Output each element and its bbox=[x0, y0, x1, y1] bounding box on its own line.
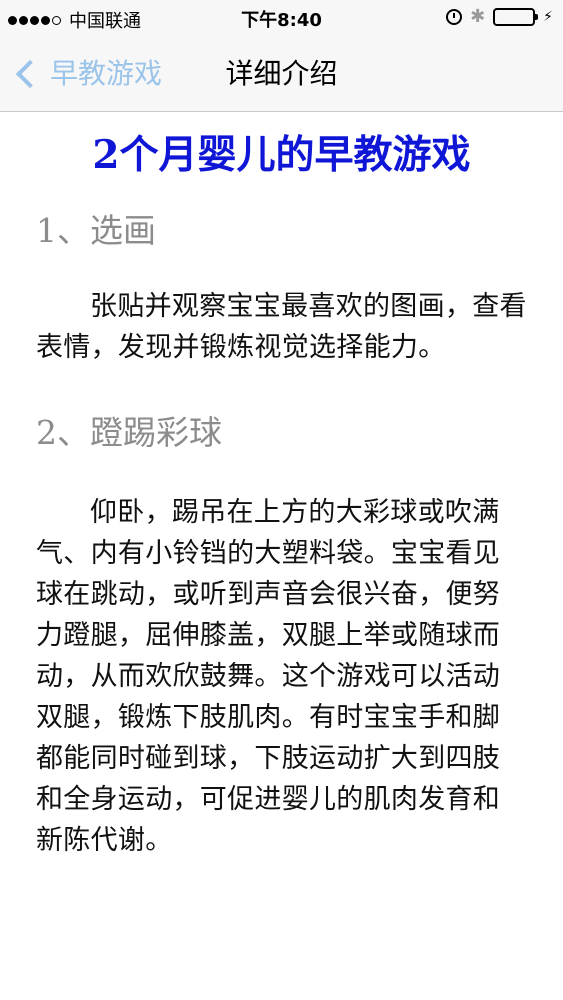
article-content: 2个月婴儿的早教游戏 1、选画 张贴并观察宝宝最喜欢的图画，查看表情，发现并锻炼… bbox=[0, 112, 563, 861]
section-heading-1: 1、选画 bbox=[36, 211, 156, 250]
section-body-2: 仰卧，踢吊在上方的大彩球或吹满气、内有小铃铛的大塑料袋。宝宝看见球在跳动，或听到… bbox=[36, 497, 501, 856]
section-body-1: 张贴并观察宝宝最喜欢的图画，查看表情，发现并锻炼视觉选择能力。 bbox=[36, 291, 527, 363]
article-title: 2个月婴儿的早教游戏 bbox=[92, 132, 471, 178]
status-bar: 中国联通 下午8:40 ✱ ⚡ bbox=[0, 0, 563, 36]
alarm-icon bbox=[446, 9, 463, 25]
nav-title: 详细介绍 bbox=[225, 57, 338, 90]
bluetooth-icon: ✱ bbox=[470, 6, 486, 27]
charging-icon: ⚡ bbox=[543, 9, 553, 25]
section-heading-2: 2、蹬踢彩球 bbox=[36, 413, 222, 452]
navigation-bar: 早教游戏 详细介绍 bbox=[0, 36, 563, 112]
status-right: ✱ ⚡ bbox=[446, 8, 553, 26]
battery-icon bbox=[493, 8, 539, 26]
